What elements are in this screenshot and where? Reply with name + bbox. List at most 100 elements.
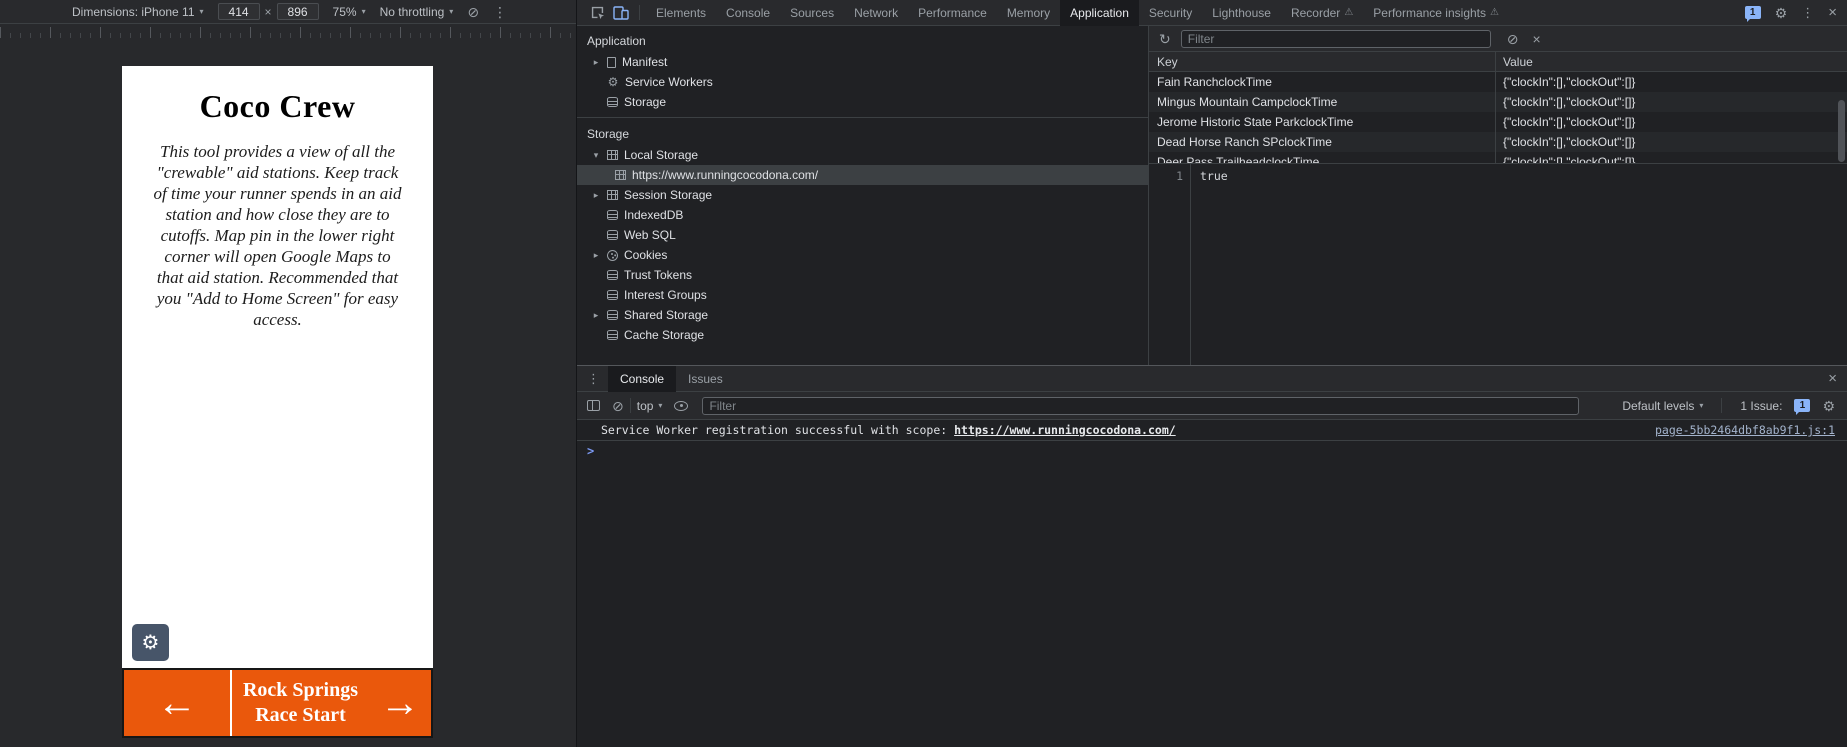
sidebar-item-service-workers[interactable]: ⚙ Service Workers (577, 72, 1148, 92)
previous-station-button[interactable]: ← (124, 670, 232, 736)
arrow-right-icon: → (380, 680, 420, 725)
console-settings-icon[interactable]: ⚙ (1822, 399, 1835, 413)
sidebar-section-application[interactable]: Application (577, 30, 1148, 52)
sidebar-item-interest-groups[interactable]: Interest Groups (577, 285, 1148, 305)
station-footer: ← Rock Springs Race Start → (122, 668, 433, 738)
tab-sources[interactable]: Sources (780, 0, 844, 26)
toggle-device-toolbar-button[interactable] (609, 0, 633, 26)
sidebar-item-web-sql[interactable]: Web SQL (577, 225, 1148, 245)
message-text: Service Worker registration successful w… (601, 423, 955, 437)
device-type-dropdown[interactable]: Dimensions: iPhone 11 ▾ (72, 5, 204, 19)
tab-console[interactable]: Console (716, 0, 780, 26)
table-row[interactable]: Jerome Historic State ParkclockTime {"cl… (1149, 112, 1847, 132)
drawer-menu-icon[interactable]: ⋮ (587, 371, 600, 387)
tab-performance-insights[interactable]: Performance insights ⚠ (1363, 0, 1509, 26)
console-sidebar-toggle-icon[interactable] (587, 400, 600, 411)
device-toolbar-menu-icon[interactable]: ⋮ (493, 5, 507, 19)
chevron-right-icon[interactable]: ▸ (591, 310, 601, 321)
table-row[interactable]: Fain RanchclockTime {"clockIn":[],"clock… (1149, 72, 1847, 92)
tab-label: Network (854, 5, 899, 20)
refresh-icon[interactable]: ↻ (1159, 32, 1171, 46)
sidebar-item-trust-tokens[interactable]: Trust Tokens (577, 265, 1148, 285)
page-title: Coco Crew (199, 88, 356, 124)
tab-elements[interactable]: Elements (646, 0, 716, 26)
table-row[interactable]: Mingus Mountain CampclockTime {"clockIn"… (1149, 92, 1847, 112)
experiment-icon: ⚠ (1344, 7, 1354, 18)
device-height-input[interactable] (276, 3, 319, 20)
chevron-down-icon[interactable]: ▾ (591, 150, 601, 161)
settings-gear-icon[interactable]: ⚙ (1775, 6, 1788, 20)
sidebar-item-shared-storage[interactable]: ▸ Shared Storage (577, 305, 1148, 325)
sidebar-item-cookies[interactable]: ▸ Cookies (577, 245, 1148, 265)
tab-memory[interactable]: Memory (997, 0, 1060, 26)
horizontal-ruler (0, 25, 576, 38)
chevron-right-icon[interactable]: ▸ (591, 190, 601, 201)
throttling-dropdown[interactable]: No throttling ▾ (380, 5, 454, 19)
rotate-icon[interactable]: ⊘ (467, 5, 479, 19)
table-icon (607, 190, 618, 200)
sidebar-item-session-storage[interactable]: ▸ Session Storage (577, 185, 1148, 205)
sidebar-item-storage[interactable]: Storage (577, 92, 1148, 112)
message-source-link[interactable]: page-5bb2464dbf8ab9f1.js:1 (1655, 423, 1835, 437)
console-filter-input[interactable] (702, 396, 1580, 415)
clear-console-icon[interactable]: ⊘ (612, 399, 624, 413)
sidebar-item-indexeddb[interactable]: IndexedDB (577, 205, 1148, 225)
tab-recorder[interactable]: Recorder ⚠ (1281, 0, 1363, 26)
drawer-tab-issues[interactable]: Issues (676, 366, 735, 392)
inspect-element-button[interactable] (585, 0, 609, 26)
tab-performance[interactable]: Performance (908, 0, 997, 26)
device-width-input[interactable] (217, 3, 260, 20)
tab-network[interactable]: Network (844, 0, 908, 26)
more-options-icon[interactable]: ⋮ (1801, 5, 1814, 21)
sidebar-item-local-storage-origin[interactable]: https://www.runningcocodona.com/ (577, 165, 1148, 185)
clear-all-icon[interactable]: ⊘ (1507, 32, 1519, 46)
table-row[interactable]: Dead Horse Ranch SPclockTime {"clockIn":… (1149, 132, 1847, 152)
log-levels-dropdown[interactable]: Default levels ▾ (1622, 399, 1703, 413)
sidebar-item-label: Storage (624, 95, 667, 109)
chevron-down-icon: ▾ (361, 6, 366, 16)
storage-filter-input[interactable] (1180, 29, 1491, 48)
row-key: Jerome Historic State ParkclockTime (1157, 115, 1354, 129)
tab-label: Security (1148, 5, 1193, 20)
vertical-scrollbar[interactable] (1838, 100, 1845, 162)
console-prompt[interactable]: > (577, 441, 1847, 461)
device-type-label: Dimensions: iPhone 11 (72, 4, 195, 19)
tabbar-right-controls: 1 ⚙ ⋮ × (1744, 4, 1847, 22)
value-preview-pane: 1 true (1149, 163, 1847, 365)
dimension-inputs: × (217, 3, 319, 20)
tab-security[interactable]: Security (1139, 0, 1202, 26)
column-header-key[interactable]: Key (1149, 52, 1495, 71)
live-expression-eye-icon[interactable] (674, 400, 689, 411)
message-scope-link[interactable]: https://www.runningcocodona.com/ (954, 423, 1176, 437)
close-devtools-icon[interactable]: × (1828, 4, 1837, 21)
issues-counter-icon[interactable]: 1 (1744, 6, 1761, 22)
execution-context-dropdown[interactable]: top ▾ (637, 399, 663, 413)
table-body: Fain RanchclockTime {"clockIn":[],"clock… (1149, 72, 1847, 163)
next-station-button[interactable]: → (369, 670, 431, 736)
row-key: Dead Horse Ranch SPclockTime (1157, 135, 1332, 149)
chevron-right-icon[interactable]: ▸ (591, 250, 601, 261)
delete-selected-icon[interactable]: × (1532, 32, 1540, 46)
column-header-value[interactable]: Value (1495, 52, 1847, 71)
sidebar-item-cache-storage[interactable]: Cache Storage (577, 325, 1148, 345)
sidebar-item-label: IndexedDB (624, 208, 684, 222)
chevron-down-icon: ▾ (658, 400, 663, 410)
close-drawer-icon[interactable]: × (1828, 370, 1837, 387)
issues-counter-icon[interactable]: 1 (1794, 399, 1811, 415)
tab-lighthouse[interactable]: Lighthouse (1202, 0, 1281, 26)
chevron-right-icon[interactable]: ▸ (591, 57, 601, 68)
manifest-icon (607, 56, 616, 68)
row-value: {"clockIn":[],"clockOut":[]} (1495, 112, 1847, 132)
emulated-viewport: Coco Crew This tool provides a view of a… (122, 66, 433, 738)
sidebar-section-storage[interactable]: Storage (577, 123, 1148, 145)
drawer-tab-console[interactable]: Console (608, 365, 677, 392)
tab-application[interactable]: Application (1060, 0, 1139, 26)
row-value: {"clockIn":[],"clockOut":[]} (1495, 92, 1847, 112)
zoom-dropdown[interactable]: 75% ▾ (333, 5, 366, 19)
table-row[interactable]: Deer Pass TrailheadclockTime {"clockIn":… (1149, 152, 1847, 163)
sidebar-item-local-storage[interactable]: ▾ Local Storage (577, 145, 1148, 165)
sidebar-item-manifest[interactable]: ▸ Manifest (577, 52, 1148, 72)
row-key: Fain RanchclockTime (1157, 75, 1272, 89)
section-title: Storage (587, 127, 630, 141)
settings-button[interactable]: ⚙ (132, 624, 169, 661)
